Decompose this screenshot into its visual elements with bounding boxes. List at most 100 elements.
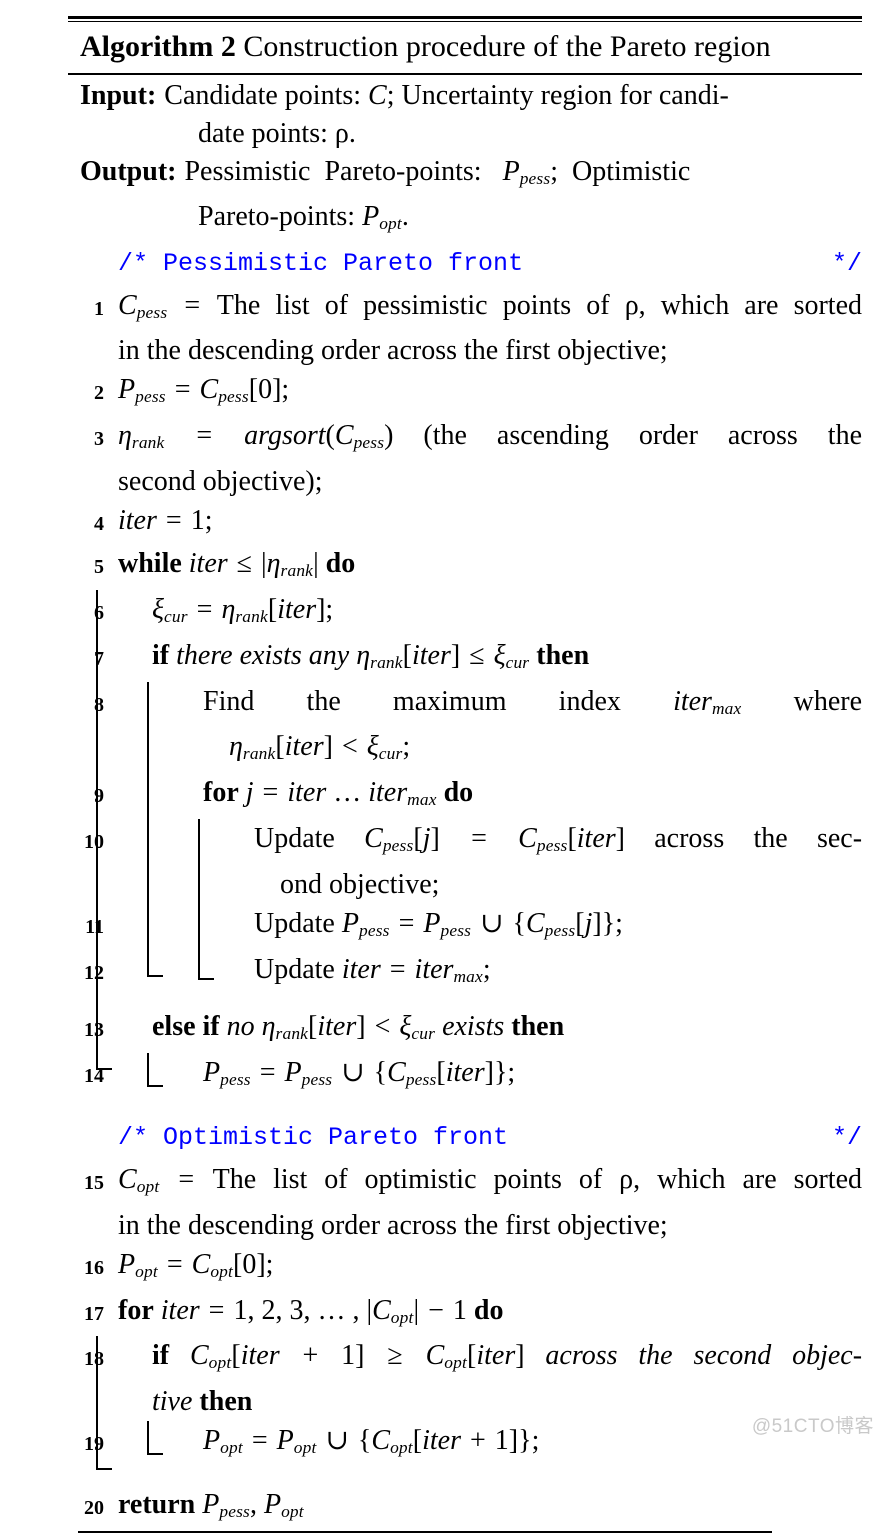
code-line-8: 8 Find the maximum index itermax where η… (68, 682, 862, 774)
line-number-6: 6 (94, 601, 104, 624)
code-line-5-text: while iter ≤ |ηrank| do (118, 548, 356, 580)
output-label: Output: (80, 156, 177, 187)
code-line-3-text-a: ηrank = argsort(Cpess) (the ascending or… (118, 420, 862, 453)
output-row: Output: Pessimistic Pareto-points: Ppess… (68, 153, 862, 198)
code-line-5: 5 while iter ≤ |ηrank| do (68, 544, 862, 590)
for-block: 10 Update Cpess[j] = Cpess[iter] across … (68, 818, 862, 996)
code-line-18: 18 if Copt[iter + 1] ≥ Copt[iter] across… (68, 1336, 862, 1421)
code-line-2-text: Ppess = Cpess[0]; (118, 374, 290, 407)
code-line-14-text: Ppess = Ppess ∪ {Cpess[iter]}; (203, 1057, 516, 1089)
code-line-18-text-a: if Copt[iter + 1] ≥ Copt[iter] across th… (152, 1340, 863, 1373)
code-line-14: 14 Ppess = Ppess ∪ {Cpess[iter]}; (68, 1053, 862, 1099)
elseif-block-end-gap (68, 1099, 862, 1105)
algorithm-title-text: Construction procedure of the Pareto reg… (243, 30, 771, 63)
if-opt-block-end-gap (68, 1467, 862, 1473)
line-number-5: 5 (94, 556, 104, 579)
while-block-end-gap (68, 1105, 862, 1117)
output-text-line2: Pareto-points: Popt. (198, 200, 409, 233)
code-line-12: 12 Update iter = itermax; (68, 950, 862, 996)
code-line-16-text: Popt = Copt[0]; (118, 1248, 274, 1281)
while-block: 6 ξcur = ηrank[iter]; 7 if there exists … (68, 589, 862, 1105)
line-number-14: 14 (84, 1065, 104, 1088)
line-number-16: 16 (84, 1256, 104, 1279)
algorithm-title-prefix: Algorithm 2 (80, 30, 236, 63)
line-number-15: 15 (84, 1172, 104, 1194)
line-number-20: 20 (84, 1497, 104, 1520)
line-number-19: 19 (84, 1433, 104, 1456)
watermark: @51CTO博客 (751, 1416, 874, 1437)
code-line-4-text: iter = 1; (118, 505, 213, 537)
comment-optimistic-close: */ (831, 1123, 862, 1152)
io-block: Input: Candidate points: C; Uncertainty … (68, 75, 862, 243)
code-line-13-text: else if no ηrank[iter] < ξcur exists the… (152, 1011, 565, 1044)
code-line-20-text: return Ppess, Popt (118, 1489, 304, 1521)
code-line-17: 17 for iter = 1, 2, 3, … , |Copt| − 1 do (68, 1291, 862, 1337)
line-number-9: 9 (94, 785, 104, 808)
code-line-1-text-a: Cpess = The list of pessimistic points o… (118, 289, 863, 322)
algorithm-block: Algorithm 2 Construction procedure of th… (68, 16, 862, 1533)
output-row-cont: Pareto-points: Popt. (68, 198, 862, 243)
code-line-17-text: for iter = 1, 2, 3, … , |Copt| − 1 do (118, 1294, 504, 1327)
comment-optimistic-open: /* Optimistic Pareto front (118, 1123, 509, 1152)
line-number-3: 3 (94, 428, 104, 451)
comment-pessimistic-open: /* Pessimistic Pareto front (118, 248, 524, 278)
code-line-4: 4 iter = 1; (68, 501, 862, 544)
if-block: 8 Find the maximum index itermax where η… (68, 681, 862, 1002)
output-text-line1: Pessimistic Pareto-points: Ppess; Optimi… (184, 156, 691, 188)
input-row: Input: Candidate points: C; Uncertainty … (68, 77, 862, 115)
line-number-2: 2 (94, 382, 104, 405)
input-row-cont: date points: ρ. (68, 115, 862, 153)
line-number-8: 8 (94, 693, 104, 716)
code-line-10: 10 Update Cpess[j] = Cpess[iter] across … (68, 819, 862, 904)
line-number-7: 7 (94, 647, 104, 670)
code-line-7-text: if there exists any ηrank[iter] ≤ ξcur t… (152, 639, 590, 672)
code-line-19: 19 Popt = Popt ∪ {Copt[iter + 1]}; (68, 1421, 862, 1467)
code-line-8-text-a: Find the maximum index itermax where (203, 685, 862, 718)
code-line-1-text-b: in the descending order across the first… (118, 335, 668, 367)
comment-pessimistic-row: /* Pessimistic Pareto front */ (68, 243, 862, 286)
line-number-10: 10 (84, 830, 104, 853)
for-opt-block: 18 if Copt[iter + 1] ≥ Copt[iter] across… (68, 1336, 862, 1473)
elseif-block: 14 Ppess = Ppess ∪ {Cpess[iter]}; (68, 1053, 862, 1099)
code-line-2: 2 Ppess = Cpess[0]; (68, 370, 862, 416)
code-line-15-text-a: Copt = The list of optimistic points of … (118, 1164, 862, 1196)
input-text-line2: date points: ρ. (198, 118, 356, 149)
line-number-18: 18 (84, 1348, 104, 1371)
code-line-15-text-b: in the descending order across the first… (118, 1209, 668, 1241)
input-text-line1: Candidate points: C; Uncertainty region … (164, 80, 729, 111)
input-label: Input: (80, 80, 157, 111)
code-line-1: 1 Cpess = The list of pessimistic points… (68, 286, 862, 371)
if-opt-block: 19 Popt = Popt ∪ {Copt[iter + 1]}; (68, 1421, 862, 1467)
code-line-12-text: Update iter = itermax; (254, 953, 491, 986)
algorithm-title: Algorithm 2 Construction procedure of th… (68, 22, 862, 70)
comment-pessimistic-close: */ (831, 248, 862, 278)
code-line-13: 13 else if no ηrank[iter] < ξcur exists … (68, 1007, 862, 1053)
line-number-11: 11 (85, 915, 104, 938)
code-line-11: 11 Update Ppess = Ppess ∪ {Cpess[j]}; (68, 904, 862, 950)
code-line-6-text: ξcur = ηrank[iter]; (152, 593, 334, 626)
code-line-11-text: Update Ppess = Ppess ∪ {Cpess[j]}; (254, 907, 623, 940)
for-opt-block-end-gap (68, 1473, 862, 1485)
code-line-9: 9 for j = iter … itermax do (68, 773, 862, 819)
comment-optimistic-row: /* Optimistic Pareto front */ (68, 1117, 862, 1160)
code-line-3: 3 ηrank = argsort(Cpess) (the ascending … (68, 416, 862, 501)
code-line-3-text-b: second objective); (118, 466, 323, 498)
comment-pessimistic: /* Pessimistic Pareto front */ (104, 243, 862, 285)
code-line-6: 6 ξcur = ηrank[iter]; (68, 590, 862, 636)
code-line-9-text: for j = iter … itermax do (203, 777, 474, 809)
code-body: /* Pessimistic Pareto front */ 1 Cpess =… (68, 243, 862, 1531)
code-line-15: 15 Copt = The list of optimistic points … (68, 1160, 862, 1245)
code-line-20: 20 return Ppess, Popt (68, 1485, 862, 1531)
line-number-13: 13 (84, 1019, 104, 1042)
for-block-end-gap (68, 995, 862, 1001)
line-number-12: 12 (84, 961, 104, 984)
line-number-4: 4 (94, 513, 104, 536)
comment-optimistic: /* Optimistic Pareto front */ (104, 1117, 862, 1159)
code-line-10-text-a: Update Cpess[j] = Cpess[iter] across the… (254, 822, 863, 855)
code-line-10-text-b: ond objective; (280, 868, 440, 900)
code-line-16: 16 Popt = Copt[0]; (68, 1245, 862, 1291)
code-line-7: 7 if there exists any ηrank[iter] ≤ ξcur… (68, 636, 862, 682)
line-number-1: 1 (94, 297, 104, 320)
code-line-8-text-b: ηrank[iter] < ξcur; (229, 731, 411, 764)
line-number-17: 17 (84, 1302, 104, 1325)
